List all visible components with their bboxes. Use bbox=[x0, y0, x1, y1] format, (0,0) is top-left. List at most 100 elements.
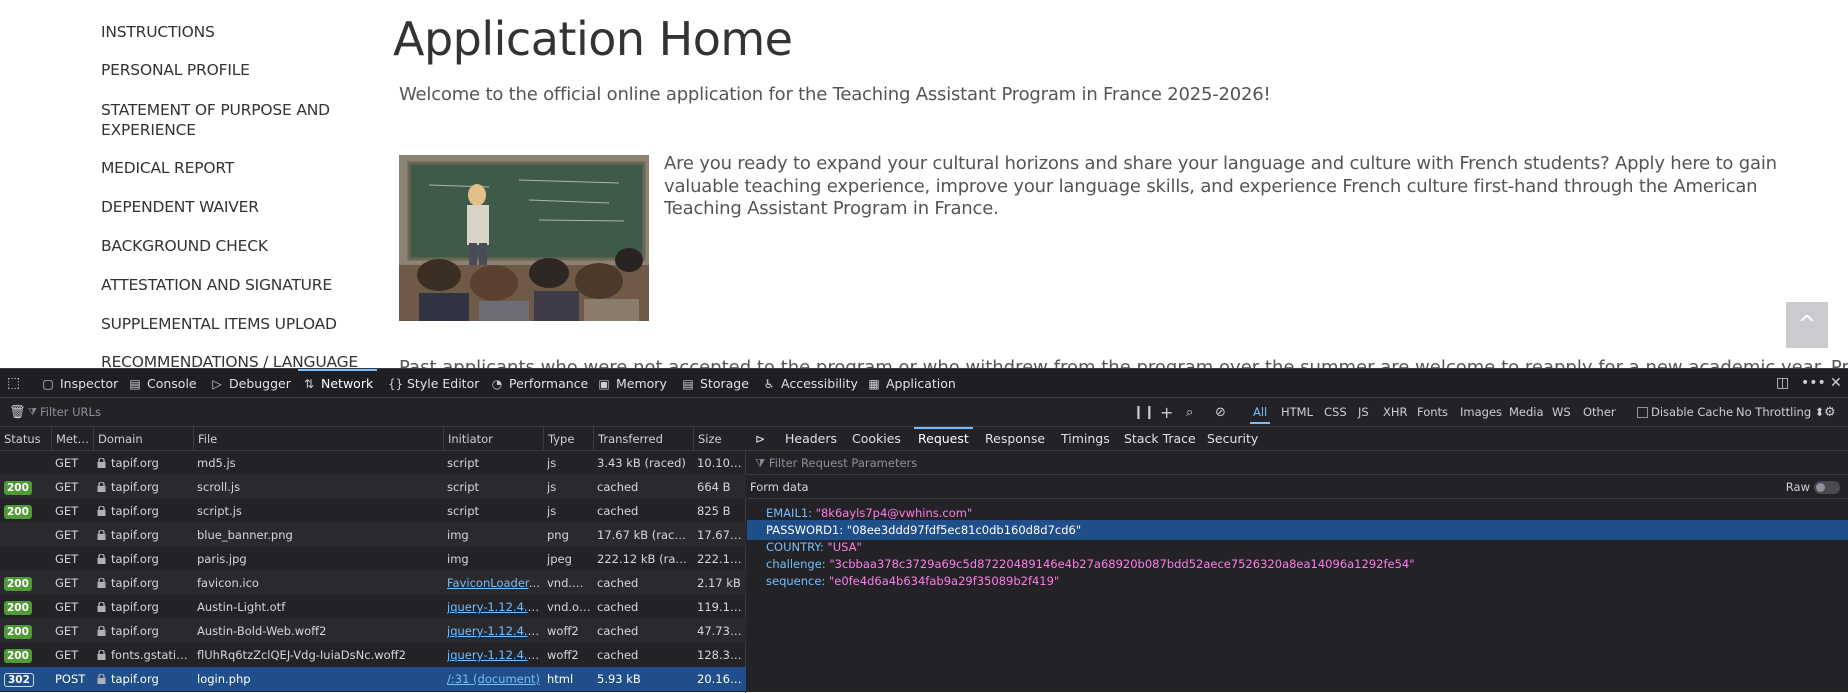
tab-debugger[interactable]: ▷Debugger bbox=[210, 369, 291, 398]
search-icon[interactable]: ⌕ bbox=[1186, 398, 1193, 427]
tab-accessibility[interactable]: ♿Accessibility bbox=[762, 369, 858, 398]
request-row[interactable]: 200GETfonts.gstatic…flUhRq6tzZclQEJ-Vdg-… bbox=[0, 643, 746, 667]
request-row[interactable]: 200GETtapif.orgscript.jsscriptjscached82… bbox=[0, 499, 746, 523]
tab-inspector[interactable]: ▢Inspector bbox=[41, 369, 118, 398]
nav-item-background-check[interactable]: BACKGROUND CHECK bbox=[101, 236, 268, 256]
cell-domain: tapif.org bbox=[97, 451, 191, 475]
trash-icon[interactable]: 🗑 bbox=[9, 398, 26, 427]
nav-item-supplemental-items-upload[interactable]: SUPPLEMENTAL ITEMS UPLOAD bbox=[101, 314, 337, 334]
disable-cache-checkbox[interactable]: Disable Cache bbox=[1637, 398, 1733, 427]
cell-size: 47.73 kB bbox=[697, 619, 744, 643]
col-domain[interactable]: Domain bbox=[93, 427, 193, 451]
col-initiator[interactable]: Initiator bbox=[443, 427, 543, 451]
nav-item-statement-of-purpose[interactable]: STATEMENT OF PURPOSE AND EXPERIENCE bbox=[101, 100, 341, 140]
cell-method: GET bbox=[55, 475, 91, 499]
toggle-sidebar-icon[interactable]: ⊳ bbox=[755, 427, 765, 451]
nav-item-instructions[interactable]: INSTRUCTIONS bbox=[101, 22, 215, 42]
tab-response[interactable]: Response bbox=[985, 427, 1045, 451]
filter-request-params-input[interactable]: ⧩ Filter Request Parameters bbox=[747, 451, 1848, 475]
settings-gear-icon[interactable]: ⚙ bbox=[1824, 398, 1836, 427]
form-data-label: Form data bbox=[750, 480, 809, 494]
filter-fonts[interactable]: Fonts bbox=[1417, 398, 1448, 427]
request-row[interactable]: 200GETtapif.orgAustin-Bold-Web.woff2jque… bbox=[0, 619, 746, 643]
initiator-link[interactable]: /:31 (document) bbox=[447, 672, 540, 686]
pause-icon[interactable]: ❙❙ bbox=[1133, 398, 1155, 427]
filter-css[interactable]: CSS bbox=[1324, 398, 1347, 427]
filter-html[interactable]: HTML bbox=[1281, 398, 1313, 427]
tab-performance[interactable]: ◔Performance bbox=[490, 369, 588, 398]
col-method[interactable]: Met… bbox=[51, 427, 93, 451]
status-badge: 200 bbox=[4, 649, 32, 663]
cell-initiator: FaviconLoader.s… bbox=[447, 571, 541, 595]
tab-storage[interactable]: ▤Storage bbox=[681, 369, 749, 398]
performance-icon: ◔ bbox=[490, 370, 504, 399]
raw-toggle[interactable]: Raw bbox=[1786, 475, 1840, 499]
request-row[interactable]: GETtapif.orgmd5.jsscriptjs3.43 kB (raced… bbox=[0, 451, 746, 475]
cell-size: 20.16 kB bbox=[697, 667, 744, 691]
domain-text: tapif.org bbox=[111, 576, 159, 590]
tab-stack-trace[interactable]: Stack Trace bbox=[1124, 427, 1196, 451]
form-param-row[interactable]: sequence: "e0fe4d6a4b634fab9a29f35089b2f… bbox=[747, 571, 1848, 591]
cell-type: html bbox=[547, 667, 591, 691]
filter-images[interactable]: Images bbox=[1460, 398, 1502, 427]
request-row[interactable]: GETtapif.orgblue_banner.pngimgpng17.67 k… bbox=[0, 523, 746, 547]
tab-memory[interactable]: ▣Memory bbox=[597, 369, 667, 398]
cell-size: 664 B bbox=[697, 475, 744, 499]
cell-transferred: 222.12 kB (raced) bbox=[597, 547, 691, 571]
tab-console[interactable]: ▤Console bbox=[128, 369, 197, 398]
initiator-link[interactable]: jquery-1.12.4.js:… bbox=[447, 600, 541, 614]
nav-item-dependent-waiver[interactable]: DEPENDENT WAIVER bbox=[101, 197, 259, 217]
close-devtools-icon[interactable]: ✕ bbox=[1830, 369, 1842, 398]
initiator-text: script bbox=[447, 504, 479, 518]
cell-transferred: cached bbox=[597, 571, 691, 595]
filter-all[interactable]: All bbox=[1253, 398, 1267, 427]
initiator-link[interactable]: jquery-1.12.4.js:… bbox=[447, 648, 541, 662]
nav-item-recommendations-language[interactable]: RECOMMENDATIONS / LANGUAGE bbox=[101, 352, 358, 368]
filter-js[interactable]: JS bbox=[1358, 398, 1369, 427]
col-file[interactable]: File bbox=[193, 427, 443, 451]
filter-urls-input[interactable]: Filter URLs bbox=[40, 398, 101, 427]
request-row[interactable]: 200GETtapif.orgscroll.jsscriptjscached66… bbox=[0, 475, 746, 499]
domain-text: tapif.org bbox=[111, 528, 159, 542]
cell-status: 200 bbox=[4, 499, 49, 523]
more-options-icon[interactable]: ••• bbox=[1801, 369, 1826, 398]
nav-item-personal-profile[interactable]: PERSONAL PROFILE bbox=[101, 60, 250, 80]
filter-ws[interactable]: WS bbox=[1552, 398, 1571, 427]
nav-item-medical-report[interactable]: MEDICAL REPORT bbox=[101, 158, 234, 178]
tab-timings[interactable]: Timings bbox=[1061, 427, 1110, 451]
element-picker-icon[interactable]: ⬚ bbox=[7, 369, 20, 398]
filter-other[interactable]: Other bbox=[1583, 398, 1616, 427]
request-row[interactable]: 200GETtapif.orgAustin-Light.otfjquery-1.… bbox=[0, 595, 746, 619]
status-badge: 200 bbox=[4, 481, 32, 495]
tab-style-editor[interactable]: {}Style Editor bbox=[388, 369, 479, 398]
col-size[interactable]: Size bbox=[693, 427, 746, 451]
cell-method: GET bbox=[55, 595, 91, 619]
tab-cookies[interactable]: Cookies bbox=[852, 427, 901, 451]
initiator-link[interactable]: jquery-1.12.4.js:… bbox=[447, 624, 541, 638]
raw-switch[interactable] bbox=[1814, 481, 1840, 494]
dock-side-icon[interactable]: ◫ bbox=[1776, 369, 1789, 398]
cell-status: 200 bbox=[4, 475, 49, 499]
nav-item-attestation-and-signature[interactable]: ATTESTATION AND SIGNATURE bbox=[101, 275, 332, 295]
cell-size: 825 B bbox=[697, 499, 744, 523]
tab-network[interactable]: ⇅Network bbox=[302, 369, 373, 398]
back-to-top-button[interactable]: ^ bbox=[1786, 302, 1828, 348]
block-icon[interactable]: ⊘ bbox=[1215, 398, 1226, 427]
filter-xhr[interactable]: XHR bbox=[1383, 398, 1408, 427]
tab-application[interactable]: ▦Application bbox=[867, 369, 956, 398]
cell-domain: tapif.org bbox=[97, 595, 191, 619]
tab-security[interactable]: Security bbox=[1207, 427, 1258, 451]
col-transferred[interactable]: Transferred bbox=[593, 427, 693, 451]
col-status[interactable]: Status bbox=[0, 427, 51, 451]
request-row[interactable]: 200GETtapif.orgfavicon.icoFaviconLoader.… bbox=[0, 571, 746, 595]
tab-headers[interactable]: Headers bbox=[785, 427, 837, 451]
initiator-link[interactable]: FaviconLoader.s… bbox=[447, 576, 541, 590]
lock-icon bbox=[97, 548, 106, 557]
col-type[interactable]: Type bbox=[543, 427, 593, 451]
request-row[interactable]: GETtapif.orgparis.jpgimgjpeg222.12 kB (r… bbox=[0, 547, 746, 571]
filter-media[interactable]: Media bbox=[1509, 398, 1544, 427]
request-row[interactable]: 302POSTtapif.orglogin.php/:31 (document)… bbox=[0, 667, 746, 691]
add-request-icon[interactable]: + bbox=[1160, 398, 1173, 427]
tab-request[interactable]: Request bbox=[918, 427, 969, 451]
throttling-select[interactable]: No Throttling ⬍ bbox=[1736, 398, 1824, 427]
